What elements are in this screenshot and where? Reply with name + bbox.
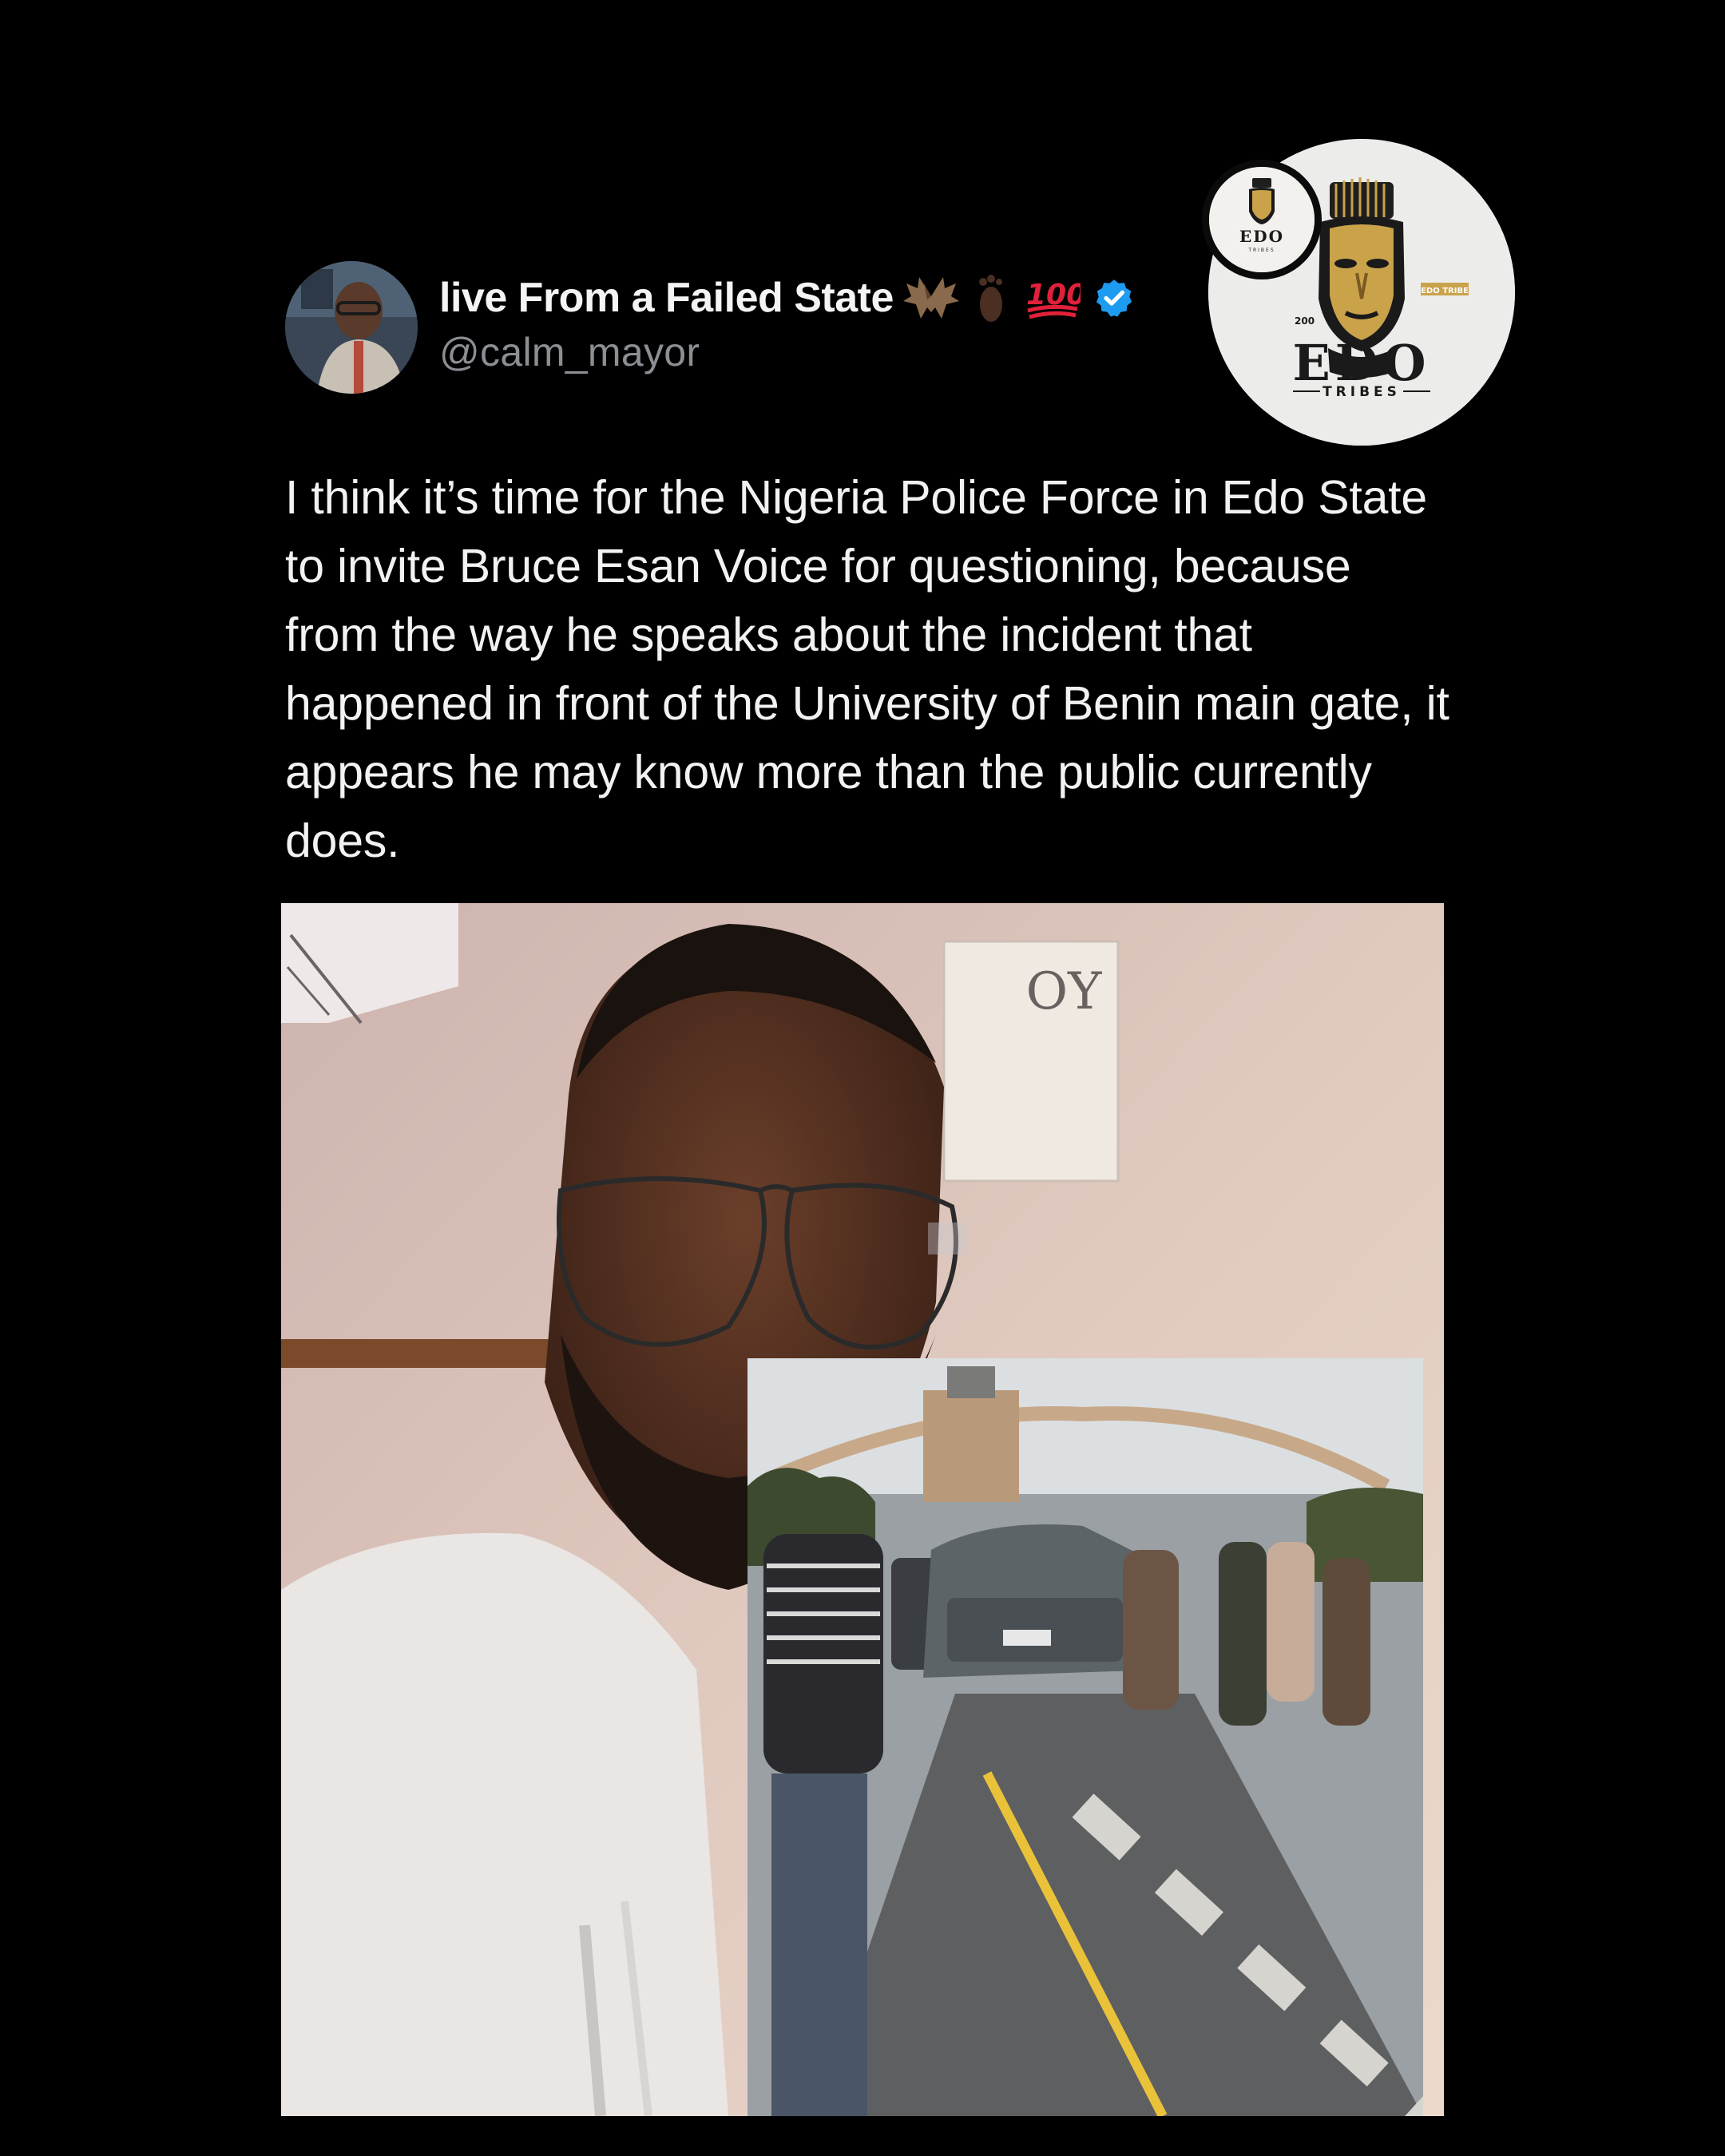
hundred-points-emoji-icon: 100 — [1026, 279, 1081, 319]
logo-tagline: TRIBES — [1322, 384, 1401, 400]
edo-tribes-mini-logo: EDO TRIBES — [1202, 160, 1322, 279]
bronze-head-crown — [1330, 177, 1394, 219]
logo-number: 200 — [1295, 315, 1315, 327]
uniben-gate-inset-image — [748, 1358, 1423, 2116]
footprint-emoji-icon — [978, 275, 1002, 322]
mini-logo-tagline: TRIBES — [1247, 248, 1275, 253]
verified-badge-icon — [1096, 279, 1132, 317]
poster-text: OY — [1026, 962, 1102, 1021]
logo-side-tag: EDO TRIBE — [1421, 287, 1469, 295]
bat-emoji-icon — [902, 277, 959, 319]
author-name-row[interactable]: live From a Failed State 100 — [439, 270, 1135, 326]
mini-logo-brand: EDO — [1239, 227, 1284, 246]
author-handle[interactable]: @calm_mayor — [439, 329, 700, 375]
post-text: I think it’s time for the Nigeria Police… — [285, 471, 1449, 867]
author-display-name[interactable]: live From a Failed State — [439, 274, 894, 322]
author-avatar[interactable] — [285, 261, 418, 394]
